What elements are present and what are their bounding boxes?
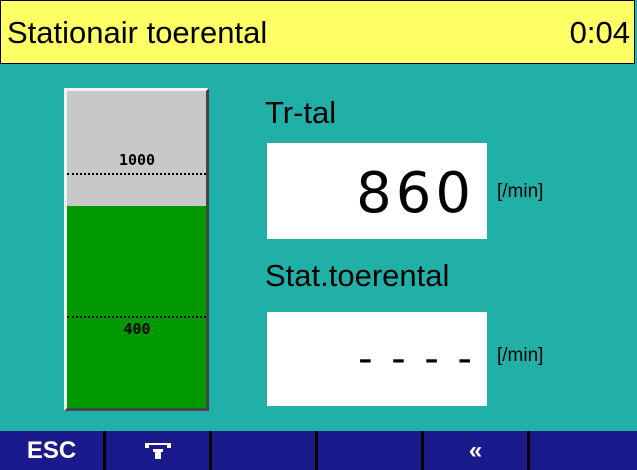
idle-speed-label: Stat.toerental bbox=[265, 258, 450, 293]
page-title: Stationair toerental bbox=[7, 15, 268, 50]
idle-speed-value-box: - - - - bbox=[267, 312, 487, 406]
print-softkey[interactable] bbox=[106, 431, 209, 470]
gauge-mark-400 bbox=[67, 316, 206, 318]
speed-unit: [/min] bbox=[497, 181, 544, 202]
gauge-mark-1000 bbox=[67, 173, 206, 175]
title-bar: Stationair toerental 0:04 bbox=[0, 0, 635, 64]
speed-value-box: 860 bbox=[267, 143, 487, 239]
esc-softkey[interactable]: ESC bbox=[0, 431, 103, 470]
back-double-chevron-label: « bbox=[468, 436, 483, 464]
softkey-3[interactable] bbox=[212, 431, 315, 470]
esc-label: ESC bbox=[26, 436, 77, 464]
rpm-gauge-fill bbox=[67, 206, 206, 408]
softkey-4[interactable] bbox=[318, 431, 421, 470]
rpm-gauge: 1000 400 bbox=[64, 88, 209, 411]
speed-label: Tr-tal bbox=[265, 95, 337, 130]
idle-speed-unit: [/min] bbox=[497, 345, 544, 366]
gauge-mark-label-1000: 1000 bbox=[118, 151, 156, 169]
softkey-bar: ESC « bbox=[0, 431, 637, 470]
elapsed-time: 0:04 bbox=[569, 15, 630, 50]
idle-speed-value: - - - - bbox=[358, 336, 475, 382]
speed-value: 860 bbox=[356, 161, 475, 226]
print-icon bbox=[144, 442, 171, 459]
back-softkey[interactable]: « bbox=[424, 431, 527, 470]
softkey-6[interactable] bbox=[530, 431, 637, 470]
gauge-mark-label-400: 400 bbox=[123, 320, 151, 338]
